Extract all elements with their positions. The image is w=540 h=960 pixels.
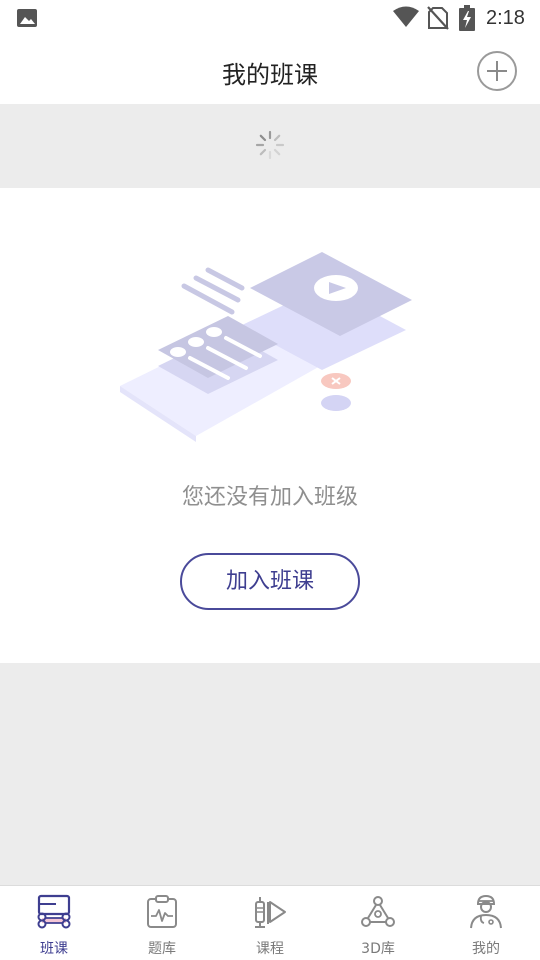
empty-state-card: 您还没有加入班级 加入班课: [0, 188, 540, 663]
class-icon: [37, 894, 71, 929]
nav-label-3d-library: 3D库: [361, 941, 395, 957]
empty-course-illustration: [120, 252, 412, 442]
bottom-nav: 班课 题库 课程 3D库 我的: [0, 885, 540, 960]
gallery-icon: [17, 9, 37, 27]
battery-charging-icon: [459, 5, 475, 31]
course-icon: [255, 897, 286, 928]
clock: 2:18: [486, 7, 525, 29]
nav-item-courses[interactable]: 课程: [216, 886, 324, 960]
page-title: 我的班课: [222, 61, 318, 89]
plus-circle-icon: [487, 61, 507, 81]
nav-label-question-bank: 题库: [148, 941, 176, 957]
status-bar: 2:18: [0, 0, 540, 36]
nav-item-classes[interactable]: 班课: [0, 886, 108, 960]
nav-item-3d-library[interactable]: 3D库: [324, 886, 432, 960]
no-sim-icon: [427, 6, 449, 30]
molecule-3d-icon: [361, 896, 395, 927]
question-bank-icon: [147, 895, 177, 928]
app-header: 我的班课: [0, 36, 540, 104]
doctor-profile-icon: [470, 894, 502, 929]
nav-item-profile[interactable]: 我的: [432, 886, 540, 960]
spinner-icon: [255, 130, 285, 160]
add-class-button[interactable]: [477, 51, 517, 91]
empty-state-message: 您还没有加入班级: [181, 485, 358, 510]
nav-label-profile: 我的: [472, 941, 500, 957]
nav-label-courses: 课程: [256, 941, 284, 957]
nav-item-question-bank[interactable]: 题库: [108, 886, 216, 960]
wifi-icon: [393, 6, 419, 27]
join-class-button[interactable]: 加入班课: [180, 553, 360, 610]
nav-label-classes: 班课: [40, 941, 68, 957]
